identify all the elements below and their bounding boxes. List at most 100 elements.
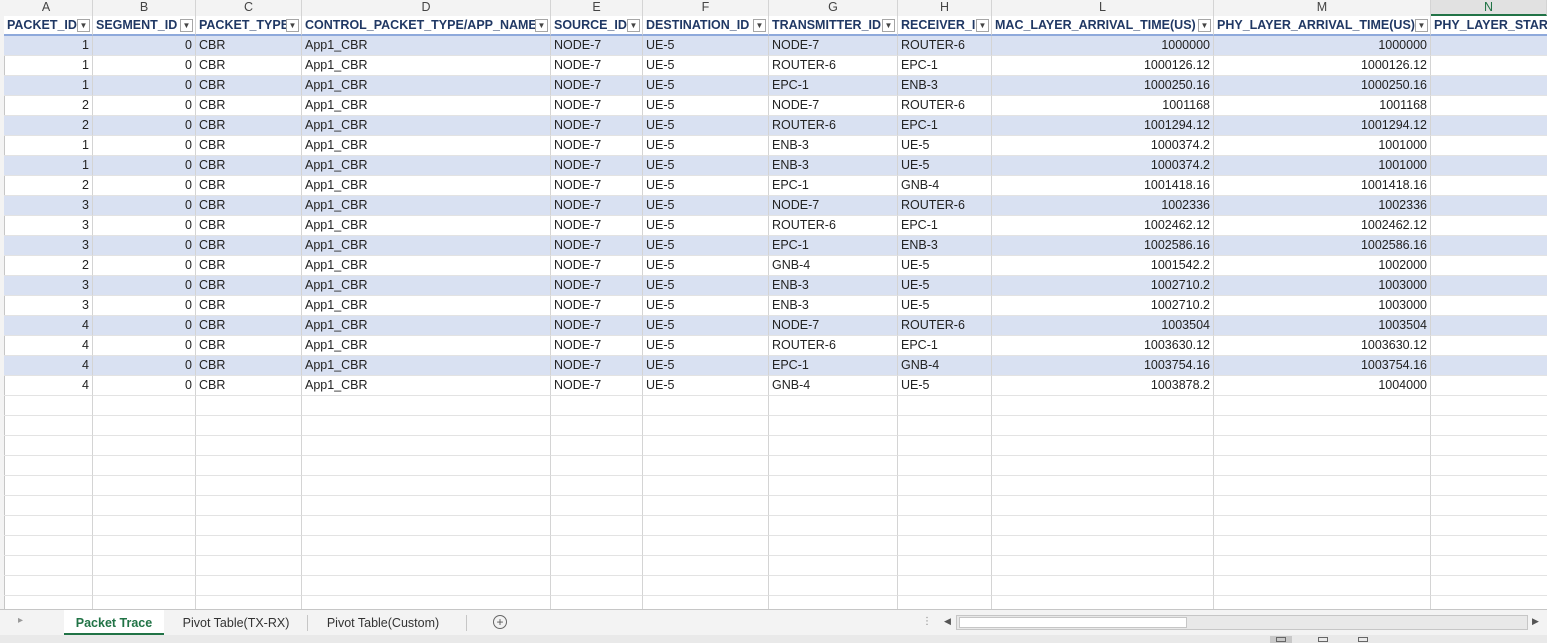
table-cell[interactable]: CBR — [196, 36, 302, 56]
table-cell[interactable]: CBR — [196, 216, 302, 236]
table-cell[interactable] — [93, 556, 196, 576]
table-cell[interactable]: 0 — [93, 316, 196, 336]
table-cell[interactable]: CBR — [196, 376, 302, 396]
table-cell[interactable]: NODE-7 — [551, 76, 643, 96]
table-cell[interactable]: 1 — [4, 136, 93, 156]
table-cell[interactable] — [196, 396, 302, 416]
table-cell[interactable] — [1431, 396, 1547, 416]
table-cell[interactable]: EPC-1 — [898, 336, 992, 356]
column-letter-d[interactable]: D — [302, 0, 551, 16]
table-cell[interactable] — [898, 436, 992, 456]
table-cell[interactable] — [1431, 436, 1547, 456]
table-cell[interactable] — [1431, 536, 1547, 556]
table-cell[interactable] — [898, 496, 992, 516]
table-cell[interactable]: 2 — [4, 176, 93, 196]
table-cell[interactable]: NODE-7 — [551, 336, 643, 356]
table-cell[interactable] — [643, 456, 769, 476]
table-cell[interactable] — [551, 476, 643, 496]
table-cell[interactable]: NODE-7 — [769, 316, 898, 336]
table-cell[interactable]: ROUTER-6 — [769, 216, 898, 236]
table-cell[interactable] — [302, 536, 551, 556]
table-cell[interactable] — [1431, 476, 1547, 496]
table-cell[interactable]: UE-5 — [643, 356, 769, 376]
column-header[interactable]: RECEIVER_ID ▼ — [898, 16, 992, 36]
table-cell[interactable]: CBR — [196, 336, 302, 356]
column-letter-m[interactable]: M — [1214, 0, 1431, 16]
table-cell[interactable] — [992, 536, 1214, 556]
table-cell[interactable]: 1003754.16 — [1214, 356, 1431, 376]
table-cell[interactable]: ROUTER-6 — [769, 56, 898, 76]
table-cell[interactable] — [4, 436, 93, 456]
table-cell[interactable]: 3 — [4, 216, 93, 236]
table-cell[interactable]: App1_CBR — [302, 336, 551, 356]
column-letter-h[interactable]: H — [898, 0, 992, 16]
table-cell[interactable] — [643, 396, 769, 416]
table-cell[interactable]: App1_CBR — [302, 256, 551, 276]
table-cell[interactable]: CBR — [196, 76, 302, 96]
table-cell[interactable] — [551, 436, 643, 456]
table-cell[interactable]: 1003630.12 — [1214, 336, 1431, 356]
table-cell[interactable] — [196, 416, 302, 436]
table-cell[interactable]: NODE-7 — [551, 96, 643, 116]
table-cell[interactable]: NODE-7 — [551, 196, 643, 216]
table-cell[interactable]: 1001168 — [1214, 96, 1431, 116]
table-cell[interactable]: GNB-4 — [898, 176, 992, 196]
table-cell[interactable] — [1431, 176, 1547, 196]
table-cell[interactable] — [93, 416, 196, 436]
table-cell[interactable]: 1003630.12 — [992, 336, 1214, 356]
table-cell[interactable]: UE-5 — [643, 116, 769, 136]
table-cell[interactable]: NODE-7 — [551, 136, 643, 156]
table-cell[interactable] — [302, 456, 551, 476]
table-cell[interactable]: 1000000 — [1214, 36, 1431, 56]
page-break-view-button[interactable] — [1352, 636, 1374, 643]
table-cell[interactable]: 1000374.2 — [992, 156, 1214, 176]
dropdown-arrow-icon[interactable]: ▼ — [753, 19, 766, 32]
table-cell[interactable]: UE-5 — [643, 56, 769, 76]
table-cell[interactable]: 4 — [4, 376, 93, 396]
table-cell[interactable]: CBR — [196, 296, 302, 316]
table-cell[interactable] — [1431, 136, 1547, 156]
horizontal-scrollbar[interactable] — [956, 615, 1528, 630]
table-cell[interactable]: 0 — [93, 76, 196, 96]
table-cell[interactable] — [1431, 316, 1547, 336]
table-cell[interactable] — [93, 596, 196, 609]
table-cell[interactable] — [302, 476, 551, 496]
table-cell[interactable]: NODE-7 — [551, 176, 643, 196]
table-cell[interactable]: CBR — [196, 116, 302, 136]
table-cell[interactable] — [1431, 96, 1547, 116]
table-cell[interactable]: UE-5 — [643, 256, 769, 276]
table-cell[interactable]: 1001000 — [1214, 156, 1431, 176]
table-cell[interactable] — [196, 556, 302, 576]
table-cell[interactable]: 1003878.2 — [992, 376, 1214, 396]
table-cell[interactable] — [992, 556, 1214, 576]
table-cell[interactable] — [769, 396, 898, 416]
table-cell[interactable] — [769, 516, 898, 536]
table-cell[interactable]: EPC-1 — [769, 76, 898, 96]
table-cell[interactable] — [1431, 496, 1547, 516]
table-cell[interactable] — [4, 416, 93, 436]
column-letter-a[interactable]: A — [0, 0, 93, 16]
table-cell[interactable]: 1003504 — [992, 316, 1214, 336]
column-header[interactable]: DESTINATION_ID ▼ — [643, 16, 769, 36]
table-cell[interactable] — [302, 416, 551, 436]
table-cell[interactable] — [898, 476, 992, 496]
table-cell[interactable]: 1001294.12 — [992, 116, 1214, 136]
table-cell[interactable] — [992, 476, 1214, 496]
table-cell[interactable] — [196, 516, 302, 536]
table-cell[interactable] — [769, 556, 898, 576]
table-cell[interactable] — [302, 576, 551, 596]
table-cell[interactable]: NODE-7 — [551, 316, 643, 336]
table-cell[interactable] — [196, 456, 302, 476]
table-cell[interactable] — [992, 496, 1214, 516]
table-cell[interactable] — [992, 596, 1214, 609]
table-cell[interactable]: EPC-1 — [769, 236, 898, 256]
table-cell[interactable]: NODE-7 — [551, 276, 643, 296]
table-cell[interactable]: 1001168 — [992, 96, 1214, 116]
table-cell[interactable] — [898, 456, 992, 476]
table-cell[interactable] — [4, 456, 93, 476]
table-cell[interactable]: CBR — [196, 316, 302, 336]
table-cell[interactable]: 0 — [93, 376, 196, 396]
table-cell[interactable] — [551, 496, 643, 516]
table-cell[interactable] — [1431, 336, 1547, 356]
table-cell[interactable]: 1002336 — [992, 196, 1214, 216]
